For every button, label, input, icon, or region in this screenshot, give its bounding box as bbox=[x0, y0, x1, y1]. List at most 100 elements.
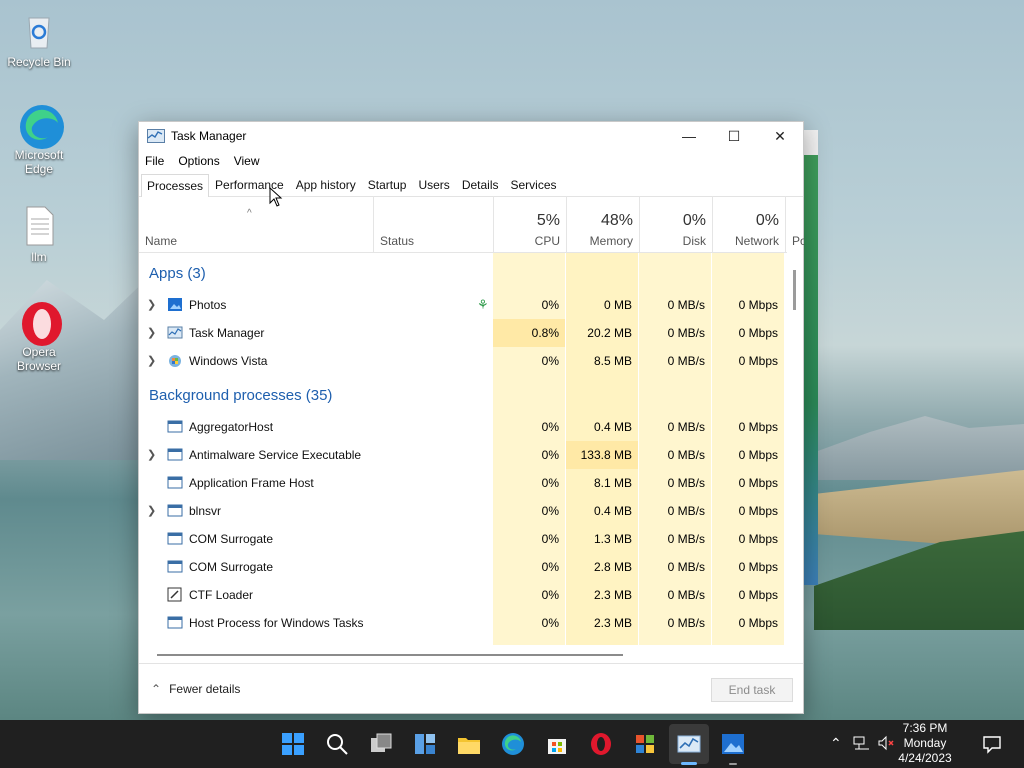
process-window-icon bbox=[167, 559, 183, 574]
windows-vista-icon[interactable] bbox=[633, 732, 657, 756]
clock-date: 4/24/2023 bbox=[898, 751, 952, 765]
leaf-efficiency-icon: ⚘ bbox=[477, 297, 489, 312]
edge-icon[interactable] bbox=[501, 732, 525, 756]
chevron-right-icon[interactable]: ❯ bbox=[147, 354, 156, 367]
group-header-background[interactable]: Background processes (35) bbox=[149, 387, 332, 404]
tab-app-history[interactable]: App history bbox=[290, 173, 362, 196]
column-header-network[interactable]: 0% Network bbox=[712, 196, 785, 252]
tab-services[interactable]: Services bbox=[505, 173, 563, 196]
menu-view[interactable]: View bbox=[234, 154, 260, 168]
maximize-icon: ☐ bbox=[727, 127, 741, 144]
fewer-details-button[interactable]: ⌃ Fewer details bbox=[151, 682, 240, 696]
chevron-right-icon[interactable]: ❯ bbox=[147, 448, 156, 461]
wallpaper-hills bbox=[804, 416, 1024, 480]
task-manager-window: Task Manager — ☐ ✕ File Options View Pro… bbox=[138, 121, 804, 714]
process-window-icon bbox=[167, 615, 183, 630]
minimize-icon: — bbox=[682, 128, 696, 144]
clock-time: 7:36 PM bbox=[902, 721, 948, 735]
notification-icon[interactable] bbox=[982, 734, 1002, 757]
opera-icon[interactable] bbox=[589, 732, 613, 756]
chevron-up-icon: ⌃ bbox=[151, 682, 162, 696]
clock-day: Monday bbox=[903, 736, 947, 750]
mouse-pointer-icon bbox=[269, 187, 283, 207]
table-row[interactable]: ❯ Antimalware Service Executable 0% 133.… bbox=[139, 441, 787, 469]
process-window-icon bbox=[167, 531, 183, 546]
process-window-icon bbox=[167, 419, 183, 434]
chevron-right-icon[interactable]: ❯ bbox=[147, 326, 156, 339]
clock[interactable]: 7:36 PM Monday 4/24/2023 bbox=[890, 721, 960, 766]
task-manager-icon bbox=[147, 129, 165, 143]
process-list: Apps (3) ❯ Photos ⚘ 0% 0 MB 0 MB/s 0 Mbp… bbox=[139, 253, 787, 645]
open-indicator bbox=[729, 763, 737, 765]
chevron-right-icon[interactable]: ❯ bbox=[147, 504, 156, 517]
desktop-icon-recycle-bin[interactable]: Recycle Bin bbox=[4, 10, 74, 69]
task-manager-icon bbox=[167, 325, 183, 340]
desktop-icon-label: Recycle Bin bbox=[7, 55, 71, 69]
menu-options[interactable]: Options bbox=[178, 154, 219, 168]
menu-file[interactable]: File bbox=[145, 154, 164, 168]
table-row[interactable]: CTF Loader 0% 2.3 MB 0 MB/s 0 Mbps bbox=[139, 581, 787, 609]
table-row[interactable]: Host Process for Windows Tasks 0% 2.3 MB… bbox=[139, 609, 787, 637]
table-row[interactable]: ❯ Windows Vista 0% 8.5 MB 0 MB/s 0 Mbps bbox=[139, 347, 787, 375]
table-row[interactable]: ❯ Photos ⚘ 0% 0 MB 0 MB/s 0 Mbps bbox=[139, 291, 787, 319]
task-manager-taskbar-icon[interactable] bbox=[677, 732, 701, 756]
task-view-icon[interactable] bbox=[369, 732, 393, 756]
process-window-icon bbox=[167, 503, 183, 518]
tab-startup[interactable]: Startup bbox=[362, 173, 413, 196]
desktop-icon-label: Microsoft Edge bbox=[14, 148, 64, 176]
tab-details[interactable]: Details bbox=[456, 173, 505, 196]
file-explorer-icon[interactable] bbox=[457, 732, 481, 756]
title-bar[interactable]: Task Manager — ☐ ✕ bbox=[139, 122, 803, 150]
process-window-icon bbox=[167, 447, 183, 462]
window-title: Task Manager bbox=[171, 129, 247, 143]
close-button[interactable]: ✕ bbox=[757, 122, 803, 150]
column-header-name[interactable]: ^ Name bbox=[139, 196, 373, 252]
table-row[interactable]: COM Surrogate 0% 2.8 MB 0 MB/s 0 Mbps bbox=[139, 553, 787, 581]
taskbar: ⌃ 7:36 PM Monday 4/24/2023 bbox=[0, 720, 1024, 768]
maximize-button[interactable]: ☐ bbox=[711, 122, 757, 150]
desktop-icon-llm[interactable]: llm bbox=[4, 205, 74, 264]
menu-bar: File Options View bbox=[139, 150, 803, 172]
chevron-right-icon[interactable]: ❯ bbox=[147, 298, 156, 311]
group-header-apps[interactable]: Apps (3) bbox=[149, 265, 206, 282]
column-header-power[interactable]: Po bbox=[785, 196, 804, 252]
column-header-disk[interactable]: 0% Disk bbox=[639, 196, 712, 252]
text-document-icon bbox=[18, 205, 60, 247]
windows-vista-icon bbox=[167, 353, 183, 368]
photos-icon[interactable] bbox=[721, 732, 745, 756]
show-hidden-icons-chevron-up-icon[interactable]: ⌃ bbox=[830, 735, 842, 752]
tab-strip: Processes Performance App history Startu… bbox=[139, 172, 803, 197]
table-row[interactable]: ❯ blnsvr 0% 0.4 MB 0 MB/s 0 Mbps bbox=[139, 497, 787, 525]
start-button[interactable] bbox=[281, 732, 305, 756]
recycle-bin-icon bbox=[18, 10, 60, 52]
column-header-cpu[interactable]: 5% CPU bbox=[493, 196, 566, 252]
column-header-memory[interactable]: 48% Memory bbox=[566, 196, 639, 252]
search-icon[interactable] bbox=[325, 732, 349, 756]
column-headers: ^ Name Status 5% CPU 48% Memory 0% Disk … bbox=[139, 196, 804, 253]
network-icon[interactable] bbox=[853, 735, 871, 754]
process-window-icon bbox=[167, 475, 183, 490]
table-row[interactable]: Application Frame Host 0% 8.1 MB 0 MB/s … bbox=[139, 469, 787, 497]
column-header-status[interactable]: Status bbox=[373, 196, 494, 252]
table-row[interactable]: COM Surrogate 0% 1.3 MB 0 MB/s 0 Mbps bbox=[139, 525, 787, 553]
minimize-button[interactable]: — bbox=[666, 122, 712, 150]
sort-ascending-icon: ^ bbox=[247, 208, 252, 219]
tab-processes[interactable]: Processes bbox=[141, 174, 210, 197]
ctf-loader-icon bbox=[167, 587, 183, 602]
vertical-scrollbar[interactable] bbox=[793, 270, 796, 310]
close-icon: ✕ bbox=[774, 127, 786, 144]
table-row[interactable]: ❯ Task Manager 0.8% 20.2 MB 0 MB/s 0 Mbp… bbox=[139, 319, 787, 347]
tab-users[interactable]: Users bbox=[412, 173, 455, 196]
opera-icon bbox=[18, 300, 62, 346]
desktop-icon-label: Opera Browser bbox=[16, 345, 61, 373]
store-icon[interactable] bbox=[545, 732, 569, 756]
table-row[interactable]: AggregatorHost 0% 0.4 MB 0 MB/s 0 Mbps bbox=[139, 413, 787, 441]
horizontal-scrollbar[interactable] bbox=[157, 654, 623, 656]
edge-icon bbox=[18, 103, 64, 149]
end-task-button[interactable]: End task bbox=[711, 678, 793, 702]
desktop-icon-edge[interactable]: Microsoft Edge bbox=[4, 103, 74, 176]
widgets-icon[interactable] bbox=[413, 732, 437, 756]
desktop-icon-opera[interactable]: Opera Browser bbox=[4, 300, 74, 373]
desktop-icon-label: llm bbox=[31, 250, 47, 264]
active-indicator bbox=[681, 762, 697, 765]
